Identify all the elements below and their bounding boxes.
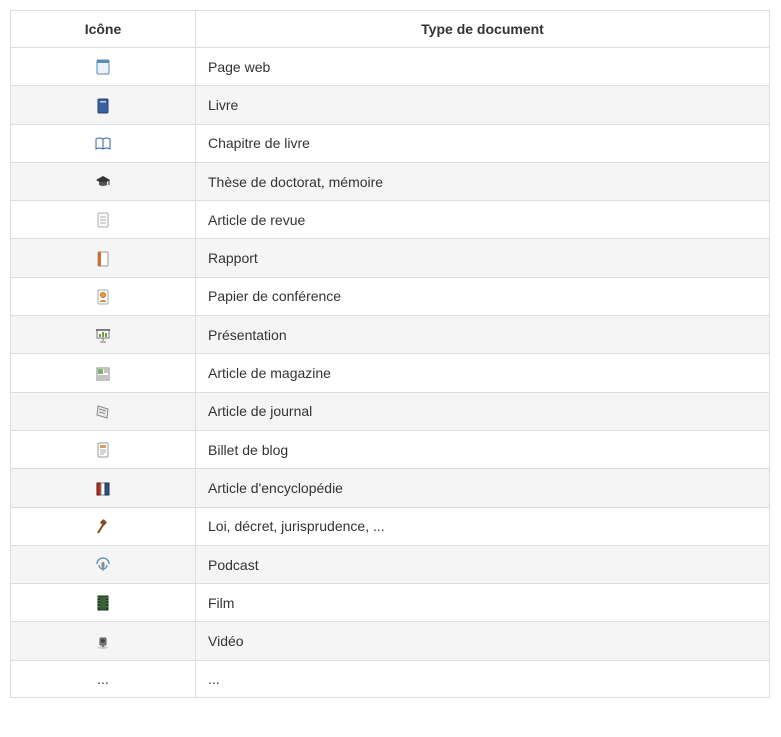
- table-row: Livre: [11, 86, 770, 124]
- cell-label: Billet de blog: [196, 430, 770, 468]
- cell-icon: [11, 48, 196, 86]
- cell-label: Livre: [196, 86, 770, 124]
- graduation-cap-icon: [95, 174, 111, 190]
- table-row: Article de revue: [11, 201, 770, 239]
- cell-icon: [11, 507, 196, 545]
- webpage-icon: [95, 59, 111, 75]
- cell-label: Rapport: [196, 239, 770, 277]
- conference-icon: [95, 289, 111, 305]
- table-row: Article de magazine: [11, 354, 770, 392]
- header-icon: Icône: [11, 11, 196, 48]
- cell-icon: [11, 201, 196, 239]
- presentation-icon: [95, 327, 111, 343]
- cell-label: Article de magazine: [196, 354, 770, 392]
- cell-icon: [11, 239, 196, 277]
- cell-label: Page web: [196, 48, 770, 86]
- cell-icon: ...: [11, 660, 196, 697]
- cell-icon: [11, 584, 196, 622]
- cell-label: Papier de conférence: [196, 277, 770, 315]
- cell-label: Chapitre de livre: [196, 124, 770, 162]
- header-type: Type de document: [196, 11, 770, 48]
- cell-label: Vidéo: [196, 622, 770, 660]
- cell-icon: [11, 162, 196, 200]
- cell-icon: [11, 469, 196, 507]
- table-row: Podcast: [11, 545, 770, 583]
- table-row: Thèse de doctorat, mémoire: [11, 162, 770, 200]
- book-open-icon: [95, 136, 111, 152]
- cell-icon: [11, 392, 196, 430]
- table-row: Vidéo: [11, 622, 770, 660]
- document-icon: [95, 212, 111, 228]
- document-type-table: Icône Type de document Page webLivreChap…: [10, 10, 770, 698]
- film-icon: [95, 595, 111, 611]
- cell-label: Podcast: [196, 545, 770, 583]
- table-row: Billet de blog: [11, 430, 770, 468]
- table-row: Rapport: [11, 239, 770, 277]
- cell-label: Film: [196, 584, 770, 622]
- table-row: Page web: [11, 48, 770, 86]
- cell-label: Article de revue: [196, 201, 770, 239]
- gavel-icon: [95, 519, 111, 535]
- cell-icon: [11, 430, 196, 468]
- table-row: Présentation: [11, 316, 770, 354]
- table-row: Article d'encyclopédie: [11, 469, 770, 507]
- newspaper-icon: [95, 404, 111, 420]
- cell-label: Article d'encyclopédie: [196, 469, 770, 507]
- book-icon: [95, 98, 111, 114]
- report-icon: [95, 251, 111, 267]
- cell-label: Article de journal: [196, 392, 770, 430]
- cell-icon: [11, 354, 196, 392]
- cell-label: Thèse de doctorat, mémoire: [196, 162, 770, 200]
- cell-label: Présentation: [196, 316, 770, 354]
- cell-label: Loi, décret, jurisprudence, ...: [196, 507, 770, 545]
- table-row: Papier de conférence: [11, 277, 770, 315]
- table-row: Article de journal: [11, 392, 770, 430]
- table-row: Loi, décret, jurisprudence, ...: [11, 507, 770, 545]
- cell-icon: [11, 124, 196, 162]
- cell-icon: [11, 277, 196, 315]
- table-row: Film: [11, 584, 770, 622]
- encyclopedia-icon: [95, 481, 111, 497]
- table-row: Chapitre de livre: [11, 124, 770, 162]
- cell-icon: [11, 545, 196, 583]
- cell-icon: [11, 86, 196, 124]
- video-icon: [95, 634, 111, 650]
- magazine-icon: [95, 366, 111, 382]
- cell-label: ...: [196, 660, 770, 697]
- blog-icon: [95, 442, 111, 458]
- table-row: ......: [11, 660, 770, 697]
- cell-icon: [11, 622, 196, 660]
- cell-icon: [11, 316, 196, 354]
- podcast-icon: [95, 557, 111, 573]
